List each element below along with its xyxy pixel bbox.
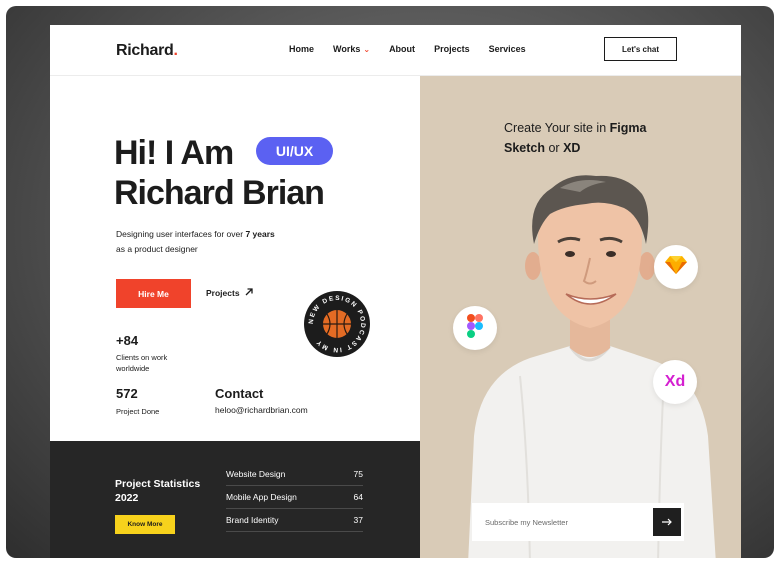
- hero-image-panel: Create Your site in Figma Sketch or XD X…: [420, 76, 741, 558]
- stat-row-website: Website Design 75: [226, 463, 363, 486]
- sketch-icon: [665, 255, 687, 280]
- nav-link-works-label: Works: [333, 44, 361, 54]
- screenshot-backdrop: Richard. Home Works ⌄ About Projects Ser…: [6, 6, 774, 558]
- contact-heading: Contact: [215, 386, 264, 401]
- stat-name: Mobile App Design: [226, 492, 297, 502]
- logo-dot: .: [173, 42, 178, 59]
- clients-label: Clients on work worldwide: [116, 353, 168, 373]
- stat-row-mobile: Mobile App Design 64: [226, 486, 363, 509]
- podcast-badge[interactable]: NEW DESIGN PODCAST IN MY: [303, 290, 371, 358]
- know-more-button[interactable]: Know More: [115, 515, 175, 534]
- xd-bubble: Xd: [653, 360, 697, 404]
- lets-chat-button[interactable]: Let's chat: [604, 37, 677, 61]
- tagline-part2: as a product designer: [116, 244, 198, 254]
- nav-link-about[interactable]: About: [389, 44, 415, 54]
- chevron-down-icon: ⌄: [363, 44, 371, 54]
- stat-value: 75: [353, 469, 363, 479]
- project-stats-title: Project Statistics 2022: [115, 478, 201, 504]
- hero-heading-line2: Richard Brian: [114, 174, 325, 212]
- stat-value: 64: [353, 492, 363, 502]
- project-stats-list: Website Design 75 Mobile App Design 64 B…: [226, 463, 363, 532]
- stat-name: Brand Identity: [226, 515, 279, 525]
- contact-email-link[interactable]: heloo@richardbrian.com: [215, 405, 308, 415]
- nav-link-home[interactable]: Home: [289, 44, 314, 54]
- basketball-icon: [323, 310, 351, 338]
- projects-link[interactable]: Projects: [206, 288, 253, 298]
- project-stats-panel: Project Statistics 2022 Know More Websit…: [50, 441, 420, 558]
- nav-link-projects[interactable]: Projects: [434, 44, 470, 54]
- tagline-years: 7 years: [245, 229, 275, 239]
- logo-text: Richard: [116, 42, 174, 59]
- stat-value: 37: [353, 515, 363, 525]
- clients-count: +84: [116, 333, 139, 348]
- sketch-bubble: [654, 245, 698, 289]
- role-pill: UI/UX: [256, 137, 333, 165]
- tagline-part1: Designing user interfaces for over: [116, 229, 246, 239]
- nav-link-works[interactable]: Works ⌄: [333, 44, 370, 54]
- figma-bubble: [453, 306, 497, 350]
- projects-count: 572: [116, 386, 138, 401]
- logo[interactable]: Richard.: [116, 42, 178, 60]
- newsletter-submit-button[interactable]: [653, 508, 681, 536]
- arrow-right-icon: [662, 513, 672, 531]
- nav-links: Home Works ⌄ About Projects Services: [289, 44, 545, 54]
- arrow-up-right-icon: [245, 288, 253, 298]
- figma-icon: [467, 313, 483, 343]
- top-nav: Richard. Home Works ⌄ About Projects Ser…: [50, 25, 741, 76]
- xd-icon: Xd: [664, 373, 686, 390]
- newsletter-input[interactable]: [472, 503, 642, 541]
- stat-name: Website Design: [226, 469, 286, 479]
- nav-link-services[interactable]: Services: [489, 44, 526, 54]
- hire-me-button[interactable]: Hire Me: [116, 279, 191, 308]
- projects-link-label: Projects: [206, 288, 240, 298]
- stat-row-brand: Brand Identity 37: [226, 509, 363, 532]
- newsletter-form: [472, 503, 684, 541]
- hero-tagline: Designing user interfaces for over 7 yea…: [116, 227, 306, 257]
- projects-done-label: Project Done: [116, 407, 160, 416]
- portfolio-page: Richard. Home Works ⌄ About Projects Ser…: [50, 25, 741, 558]
